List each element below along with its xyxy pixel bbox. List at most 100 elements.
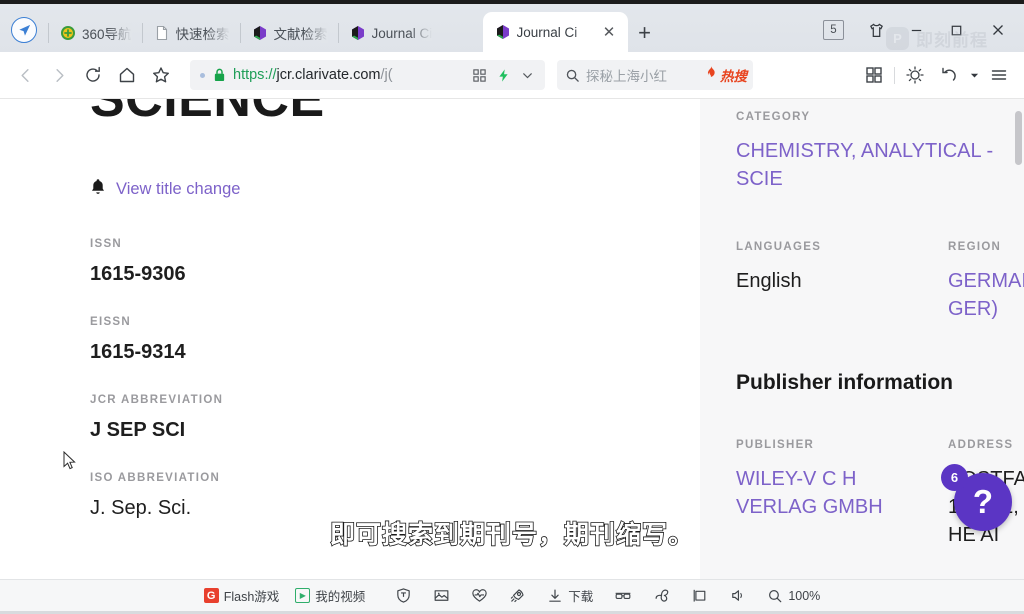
page-scrollbar[interactable] xyxy=(1013,99,1024,579)
toolbar-divider xyxy=(894,66,895,84)
tab-count-badge[interactable]: 5 xyxy=(823,20,844,40)
field-label: JCR ABBREVIATION xyxy=(90,394,224,406)
languages-region-row: LANGUAGES English REGION GERMAI GER) xyxy=(736,241,1024,323)
close-icon[interactable]: ✕ xyxy=(601,24,618,41)
lightning-icon[interactable] xyxy=(491,63,515,87)
tab-360-nav[interactable]: 360导航 xyxy=(48,14,142,52)
help-notification-badge: 6 xyxy=(941,464,968,491)
page-viewport: SCIENCE View title change ISSN 1615-9306… xyxy=(0,99,1024,579)
new-tab-button[interactable]: + xyxy=(628,14,662,52)
view-title-change-link[interactable]: View title change xyxy=(90,178,700,201)
page-title: SCIENCE xyxy=(90,99,325,128)
field-eissn: EISSN 1615-9314 xyxy=(90,316,700,364)
navigation-toolbar: https://jcr.clarivate.com/j( 探秘上海小红 热搜 xyxy=(0,52,1024,99)
zoom-level-control[interactable]: 100% xyxy=(767,588,820,604)
browser-logo-button[interactable] xyxy=(0,8,48,52)
tab-quick-search[interactable]: 快速检索 xyxy=(141,14,240,52)
clarivate-icon xyxy=(350,25,366,41)
maximize-button[interactable] xyxy=(936,8,976,52)
dropdown-caret-icon[interactable] xyxy=(966,58,982,92)
hot-search-badge[interactable]: 热搜 xyxy=(704,65,747,85)
reload-icon[interactable] xyxy=(76,58,110,92)
back-arrow-icon[interactable] xyxy=(8,58,42,92)
tab-literature-search[interactable]: 文献检索 xyxy=(239,14,338,52)
magnifier-icon xyxy=(767,588,783,604)
search-icon xyxy=(565,68,580,83)
image-icon[interactable] xyxy=(433,587,450,604)
publisher-link[interactable]: WILEY-V C H VERLAG GMBH xyxy=(736,465,896,521)
field-issn: ISSN 1615-9306 xyxy=(90,238,700,286)
url-host: jcr.clarivate.com xyxy=(276,67,381,83)
lock-icon xyxy=(213,68,226,82)
play-icon: ▶ xyxy=(295,588,311,603)
window-split-icon[interactable] xyxy=(691,587,708,604)
pinwheel-icon[interactable] xyxy=(653,587,670,604)
flame-icon xyxy=(704,65,718,85)
chevron-down-icon[interactable] xyxy=(515,63,539,87)
field-value: 1615-9306 xyxy=(90,263,186,285)
field-label: ISSN xyxy=(90,238,123,250)
address-bar[interactable]: https://jcr.clarivate.com/j( xyxy=(190,60,545,90)
tab-journal-citation-reports-2-active[interactable]: Journal Ci ✕ xyxy=(482,12,628,52)
journal-details-right-column: CATEGORY CHEMISTRY, ANALYTICAL - SCIE LA… xyxy=(700,99,1024,579)
field-label: PUBLISHER xyxy=(736,439,815,451)
url-scheme: https xyxy=(233,67,265,83)
window-controls: 5 xyxy=(819,8,1024,52)
forward-arrow-icon[interactable] xyxy=(42,58,76,92)
field-value: 1615-9314 xyxy=(90,341,186,363)
speaker-icon[interactable] xyxy=(729,587,746,604)
category-link[interactable]: CHEMISTRY, ANALYTICAL - SCIE xyxy=(736,137,998,193)
status-label: Flash游戏 xyxy=(223,590,280,604)
field-label: CATEGORY xyxy=(736,111,811,123)
tab-journal-citation-reports-1[interactable]: Journal Ci xyxy=(337,14,483,52)
url-separator: :// xyxy=(264,67,277,83)
minimize-button[interactable] xyxy=(896,8,936,52)
zoom-level-label: 100% xyxy=(788,588,821,603)
document-icon xyxy=(154,25,170,41)
home-icon[interactable] xyxy=(110,58,144,92)
status-bar: G Flash游戏 ▶ 我的视频 下载 100% xyxy=(0,579,1024,611)
close-window-button[interactable] xyxy=(976,8,1020,52)
field-label: EISSN xyxy=(90,316,132,328)
status-download[interactable]: 下载 xyxy=(547,586,593,605)
heartbeat-icon[interactable] xyxy=(471,587,488,604)
tab-label: 360导航 xyxy=(82,27,132,42)
status-label: 下载 xyxy=(568,590,594,604)
journal-details-left-column: SCIENCE View title change ISSN 1615-9306… xyxy=(0,99,700,579)
field-iso-abbreviation: ISO ABBREVIATION J. Sep. Sci. xyxy=(90,472,700,520)
tab-label: Journal Ci xyxy=(516,24,578,40)
field-languages: LANGUAGES English xyxy=(736,241,948,323)
status-flash-games[interactable]: G Flash游戏 xyxy=(203,586,280,605)
glasses-icon[interactable] xyxy=(614,587,632,604)
browser-logo-icon xyxy=(11,17,37,43)
skin-tshirt-icon[interactable] xyxy=(856,8,896,52)
tab-label: 快速检索 xyxy=(175,27,230,42)
page-indicator-dot xyxy=(200,72,205,78)
publisher-information-heading: Publisher information xyxy=(736,371,954,394)
tab-bar: P 即刻前程 360导航 快速检索 文献检索 Journal Ci Journa… xyxy=(0,4,1024,52)
field-jcr-abbreviation: JCR ABBREVIATION J SEP SCI xyxy=(90,394,700,442)
rocket-icon[interactable] xyxy=(509,587,526,604)
url-path: /j( xyxy=(380,67,393,83)
grid-apps-icon[interactable] xyxy=(857,58,891,92)
shield-icon[interactable] xyxy=(395,587,412,604)
scrollbar-thumb[interactable] xyxy=(1015,111,1022,165)
tab-label: 文献检索 xyxy=(273,27,328,42)
url-text: https://jcr.clarivate.com/j( xyxy=(233,67,467,83)
hamburger-menu-icon[interactable] xyxy=(982,58,1016,92)
field-value: J SEP SCI xyxy=(90,419,186,441)
download-icon xyxy=(547,588,563,604)
sun-icon[interactable] xyxy=(898,58,932,92)
mouse-cursor xyxy=(63,451,76,470)
browser-window: P 即刻前程 360导航 快速检索 文献检索 Journal Ci Journa… xyxy=(0,0,1024,614)
status-bar-shortcuts: G Flash游戏 ▶ 我的视频 xyxy=(203,586,365,605)
qr-code-icon[interactable] xyxy=(467,63,491,87)
tab-strip: 360导航 快速检索 文献检索 Journal Ci Journal Ci ✕ … xyxy=(48,8,819,52)
status-my-video[interactable]: ▶ 我的视频 xyxy=(295,586,365,605)
star-icon[interactable] xyxy=(144,58,178,92)
clarivate-icon xyxy=(252,25,268,41)
search-input[interactable]: 探秘上海小红 热搜 xyxy=(557,60,753,90)
undo-arrow-icon[interactable] xyxy=(932,58,966,92)
subtitle-overlay: 即可搜索到期刊号，期刊缩写。 xyxy=(329,519,694,550)
hot-search-label: 热搜 xyxy=(720,69,747,84)
